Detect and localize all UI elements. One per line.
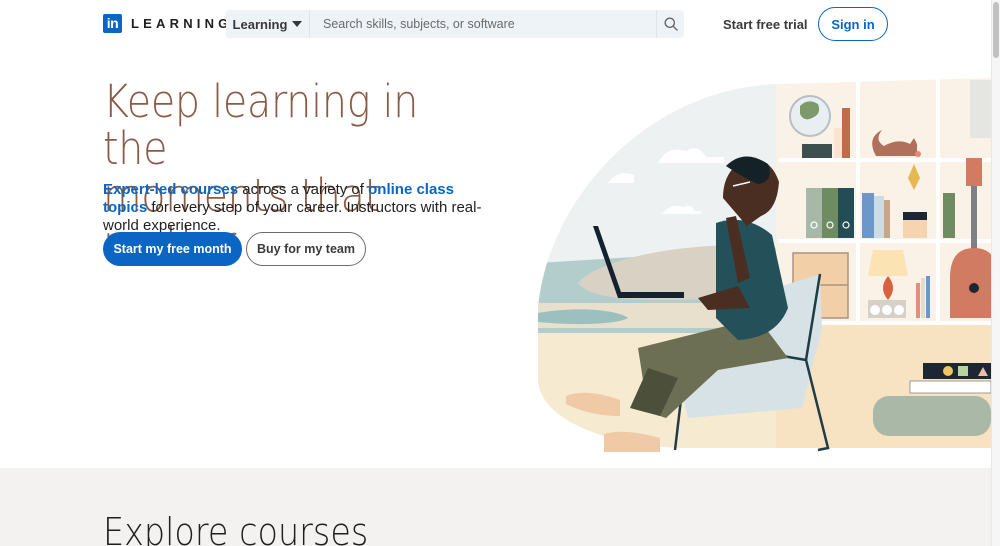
book <box>862 193 874 238</box>
binder <box>822 188 838 238</box>
search-type-label: Learning <box>232 16 288 32</box>
logo-text: LEARNING <box>131 16 233 31</box>
desc-text-1: across a variety of <box>238 181 369 198</box>
linkedin-in-icon: in <box>103 14 122 33</box>
desc-text-2: for every step of your career. Instructo… <box>103 199 482 234</box>
search-bar: Learning <box>226 10 684 38</box>
binder <box>838 188 854 238</box>
binder <box>806 188 822 238</box>
search-icon <box>664 17 678 31</box>
expert-led-courses-link[interactable]: Expert-led courses <box>103 181 238 198</box>
explore-courses-section: Explore courses <box>0 468 991 546</box>
page: in LEARNING Learning Start free trial Si… <box>0 0 991 546</box>
vertical-scrollbar[interactable] <box>991 0 1000 546</box>
caret-down-icon <box>292 21 303 27</box>
explore-courses-heading: Explore courses <box>103 510 369 546</box>
search-input[interactable] <box>310 10 656 38</box>
start-free-trial-link[interactable]: Start free trial <box>723 17 808 32</box>
scrollbar-thumb[interactable] <box>993 2 999 58</box>
lamp <box>868 250 908 276</box>
buy-for-team-button[interactable]: Buy for my team <box>246 232 366 266</box>
start-free-month-button[interactable]: Start my free month <box>103 232 242 266</box>
search-type-dropdown[interactable]: Learning <box>226 10 310 38</box>
hero-description: Expert-led courses across a variety of o… <box>103 181 498 235</box>
top-nav: in LEARNING Learning Start free trial Si… <box>0 0 991 48</box>
book <box>842 108 850 158</box>
hero-illustration <box>538 78 991 452</box>
picture-frame <box>970 80 991 138</box>
search-button[interactable] <box>656 10 684 38</box>
sign-in-button[interactable]: Sign in <box>818 7 888 41</box>
linkedin-learning-logo[interactable]: in LEARNING <box>103 14 233 33</box>
cushion <box>873 396 991 436</box>
hero-title-line-1: Keep learning in the <box>103 75 419 175</box>
